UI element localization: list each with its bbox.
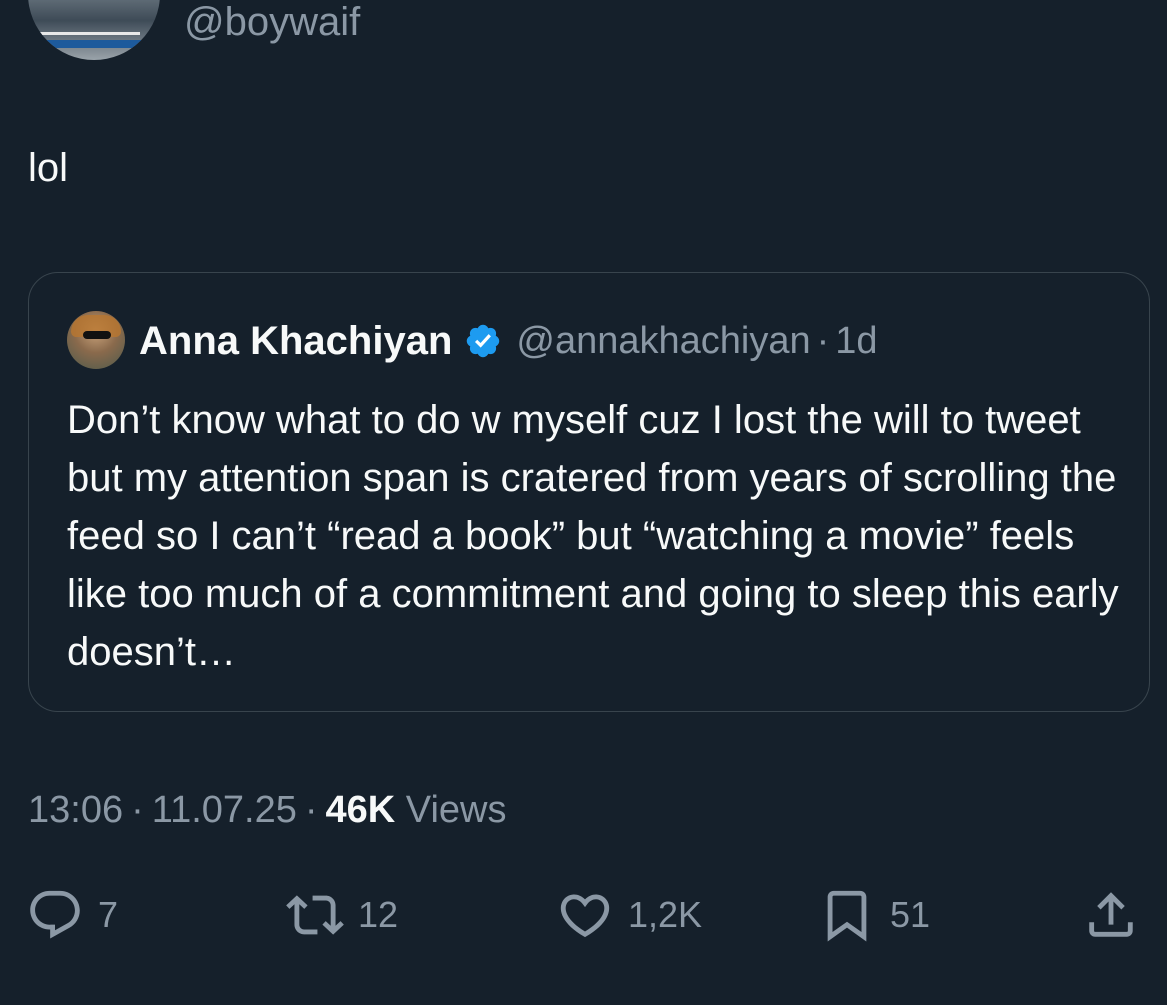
retweet-button[interactable]: 12 [286,880,398,950]
quoted-tweet-card[interactable]: Anna Khachiyan @annakhachiyan · 1d Don’t… [28,272,1150,712]
avatar-detail [38,32,140,35]
separator-dot: · [816,319,830,362]
quoted-author-avatar[interactable] [67,311,125,369]
reply-count: 7 [98,894,119,935]
verified-badge-icon [467,324,500,358]
quoted-author-handle[interactable]: @annakhachiyan [516,320,810,363]
tweet-time[interactable]: 13:06 [28,789,123,831]
share-icon [1089,892,1133,937]
reply-button[interactable]: 7 [26,880,118,950]
author-handle[interactable]: @boywaif [184,0,360,44]
reply-icon [30,890,80,939]
retweet-icon [286,895,344,935]
tweet-meta: 13:06 · 11.07.25 · 46K Views [28,786,506,834]
like-button[interactable]: 1,2K [556,880,702,950]
quoted-tweet-text: Don’t know what to do w myself cuz I los… [67,398,1119,674]
quoted-author-name[interactable]: Anna Khachiyan [139,319,452,364]
bookmark-count: 51 [890,894,931,935]
views-label: Views [405,789,507,831]
tweet-detail-page: @boywaif lol Anna Khachiyan @annakhachiy… [0,0,1167,1005]
separator-dot: · [304,789,318,831]
avatar-detail [28,40,160,48]
share-button[interactable] [1082,880,1140,950]
quoted-tweet-header: Anna Khachiyan @annakhachiyan · 1d [139,315,878,367]
bookmark-button[interactable]: 51 [818,880,930,950]
retweet-count: 12 [358,894,399,935]
author-avatar[interactable] [28,0,160,60]
quoted-tweet-time[interactable]: 1d [835,320,877,363]
separator-dot: · [131,789,144,831]
like-count: 1,2K [628,894,703,935]
views-count[interactable]: 46K [326,789,396,831]
tweet-date[interactable]: 11.07.25 [152,789,297,831]
avatar-detail [83,331,111,339]
heart-icon [560,894,610,938]
bookmark-icon [827,890,867,942]
tweet-text: lol [28,146,69,190]
action-bar: 7 12 1,2K 51 [0,880,1167,950]
